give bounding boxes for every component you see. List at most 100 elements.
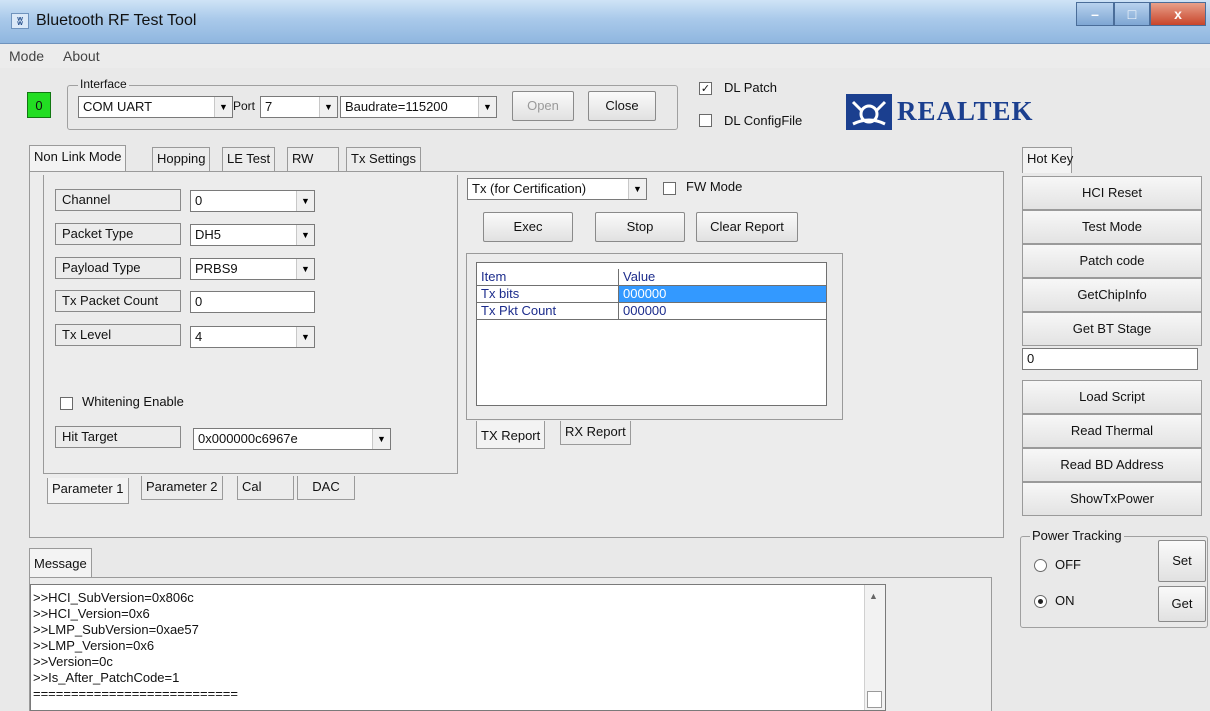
menu-mode[interactable]: Mode	[9, 48, 44, 64]
tx-packet-count-input[interactable]: 0	[190, 291, 315, 313]
channel-label: Channel	[55, 189, 181, 211]
report-header-value: Value	[619, 269, 826, 286]
tab-parameter-2[interactable]: Parameter 2	[141, 476, 223, 500]
chevron-down-icon: ▼	[296, 191, 314, 211]
close-window-button[interactable]: x	[1150, 2, 1206, 26]
chevron-down-icon: ▼	[214, 97, 232, 117]
test-mode-select[interactable]: Tx (for Certification) ▼	[467, 178, 647, 200]
packet-type-value: DH5	[195, 227, 222, 242]
dl-patch-checkbox[interactable]: ✓	[699, 82, 712, 95]
tab-rw[interactable]: RW	[287, 147, 339, 171]
tx-packet-count-label: Tx Packet Count	[55, 290, 181, 312]
baudrate-select[interactable]: Baudrate=115200 ▼	[340, 96, 497, 118]
chevron-down-icon: ▼	[296, 259, 314, 279]
tx-level-value: 4	[195, 329, 203, 344]
report-value-cell: 000000	[619, 286, 826, 303]
read-bd-address-button[interactable]: Read BD Address	[1022, 448, 1202, 482]
report-table[interactable]: Item Value Tx bits 000000 Tx Pkt Count 0…	[476, 262, 827, 406]
report-value-cell: 000000	[619, 303, 826, 320]
get-button[interactable]: Get	[1158, 586, 1206, 622]
scroll-up-icon[interactable]: ▲	[869, 591, 878, 601]
message-log[interactable]: >>HCI_SubVersion=0x806c >>HCI_Version=0x…	[30, 584, 886, 711]
table-row[interactable]: Tx bits 000000	[477, 286, 826, 303]
dl-configfile-label: DL ConfigFile	[724, 113, 803, 128]
hit-target-label: Hit Target	[55, 426, 181, 448]
chevron-down-icon: ▼	[372, 429, 390, 449]
interface-group-label: Interface	[78, 77, 129, 91]
app-icon: ʬ	[11, 13, 29, 29]
tab-cal[interactable]: Cal	[237, 476, 294, 500]
maximize-button[interactable]: □	[1114, 2, 1150, 26]
tab-rx-report[interactable]: RX Report	[560, 421, 631, 445]
get-bt-stage-button[interactable]: Get BT Stage	[1022, 312, 1202, 346]
payload-type-value: PRBS9	[195, 261, 238, 276]
menu-about[interactable]: About	[63, 48, 100, 64]
chevron-down-icon: ▼	[296, 327, 314, 347]
minimize-button[interactable]: –	[1076, 2, 1114, 26]
log-line: >>Version=0c	[33, 654, 113, 669]
stop-button[interactable]: Stop	[595, 212, 685, 242]
set-button[interactable]: Set	[1158, 540, 1206, 582]
tab-dac[interactable]: DAC	[297, 476, 355, 500]
log-line: >>LMP_SubVersion=0xae57	[33, 622, 199, 637]
tab-parameter-1[interactable]: Parameter 1	[47, 478, 129, 504]
log-line: >>LMP_Version=0x6	[33, 638, 155, 653]
port-type-select[interactable]: COM UART ▼	[78, 96, 233, 118]
hit-target-select[interactable]: 0x000000c6967e ▼	[193, 428, 391, 450]
realtek-logo-text: REALTEK	[897, 96, 1034, 126]
close-port-button[interactable]: Close	[588, 91, 656, 121]
hci-reset-button[interactable]: HCI Reset	[1022, 176, 1202, 210]
realtek-logo: REALTEK	[845, 92, 1053, 132]
chevron-down-icon: ▼	[319, 97, 337, 117]
table-row[interactable]: Tx Pkt Count 000000	[477, 303, 826, 320]
tab-message[interactable]: Message	[29, 548, 92, 578]
tab-le-test[interactable]: LE Test	[222, 147, 276, 171]
port-select[interactable]: 7 ▼	[260, 96, 338, 118]
dl-patch-label: DL Patch	[724, 80, 777, 95]
hit-target-value: 0x000000c6967e	[198, 431, 298, 446]
message-scrollbar[interactable]: ▲	[864, 585, 885, 710]
hotkey-input[interactable]: 0	[1022, 348, 1198, 370]
power-tracking-off-radio[interactable]	[1034, 559, 1047, 572]
fw-mode-checkbox[interactable]	[663, 182, 676, 195]
log-line: >>Is_After_PatchCode=1	[33, 670, 180, 685]
packet-type-label: Packet Type	[55, 223, 181, 245]
dl-configfile-checkbox[interactable]	[699, 114, 712, 127]
read-thermal-button[interactable]: Read Thermal	[1022, 414, 1202, 448]
tab-hopping[interactable]: Hopping	[152, 147, 211, 171]
channel-value: 0	[195, 193, 203, 208]
load-script-button[interactable]: Load Script	[1022, 380, 1202, 414]
report-header-item: Item	[477, 269, 619, 286]
tab-hot-key[interactable]: Hot Key	[1022, 147, 1073, 173]
title-bar[interactable]: ʬ Bluetooth RF Test Tool – □ x	[0, 0, 1210, 44]
log-line: ===========================	[33, 686, 238, 701]
tab-tx-settings[interactable]: Tx Settings	[346, 147, 422, 171]
tx-level-label: Tx Level	[55, 324, 181, 346]
open-button[interactable]: Open	[512, 91, 574, 121]
whitening-enable-checkbox[interactable]	[60, 397, 73, 410]
payload-type-select[interactable]: PRBS9 ▼	[190, 258, 315, 280]
scroll-thumb[interactable]	[867, 691, 882, 708]
tab-tx-report[interactable]: TX Report	[476, 421, 546, 449]
report-header-row: Item Value	[477, 269, 826, 286]
chevron-down-icon: ▼	[478, 97, 496, 117]
test-mode-button[interactable]: Test Mode	[1022, 210, 1202, 244]
channel-select[interactable]: 0 ▼	[190, 190, 315, 212]
port-value: 7	[265, 99, 273, 114]
clear-report-button[interactable]: Clear Report	[696, 212, 798, 242]
connection-status-indicator: 0	[27, 92, 51, 118]
get-chip-info-button[interactable]: GetChipInfo	[1022, 278, 1202, 312]
baudrate-value: Baudrate=115200	[345, 99, 448, 114]
report-item-cell: Tx bits	[477, 286, 619, 303]
tab-non-link-mode[interactable]: Non Link Mode	[29, 145, 127, 171]
patch-code-button[interactable]: Patch code	[1022, 244, 1202, 278]
power-tracking-on-label: ON	[1055, 593, 1075, 608]
exec-button[interactable]: Exec	[483, 212, 573, 242]
packet-type-select[interactable]: DH5 ▼	[190, 224, 315, 246]
port-type-value: COM UART	[83, 99, 153, 114]
menu-bar: Mode About	[0, 44, 1210, 68]
power-tracking-on-radio[interactable]	[1034, 595, 1047, 608]
show-tx-power-button[interactable]: ShowTxPower	[1022, 482, 1202, 516]
tx-level-select[interactable]: 4 ▼	[190, 326, 315, 348]
power-tracking-label: Power Tracking	[1030, 528, 1124, 543]
